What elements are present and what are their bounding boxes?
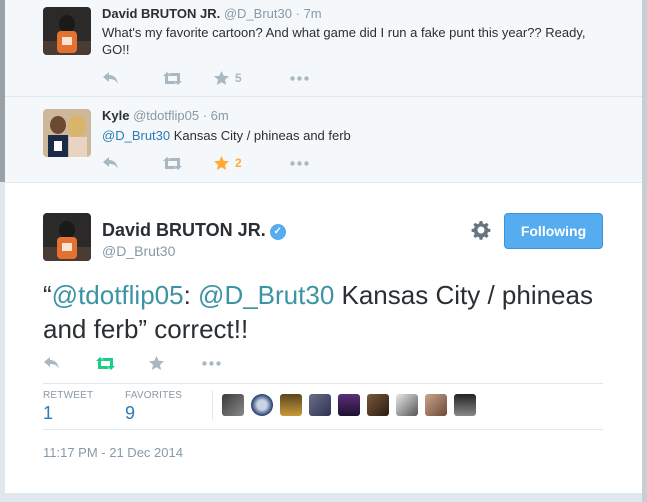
tweet-time[interactable]: 6m — [211, 108, 229, 123]
favorite-icon — [214, 156, 229, 170]
favoriter-avatar[interactable] — [280, 394, 302, 416]
tweet-header: David BRUTON JR. @D_Brut30 · 7m — [102, 6, 322, 22]
tweet-time[interactable]: 7m — [304, 6, 322, 21]
favoriter-avatar[interactable] — [454, 394, 476, 416]
separator-dot: · — [202, 108, 208, 123]
stats-separator — [212, 390, 213, 420]
more-button[interactable] — [202, 360, 221, 366]
permalink-tweet: David BRUTON JR. ✓ @D_Brut30 Following “@… — [5, 183, 642, 493]
reply-icon — [44, 357, 59, 369]
favorite-icon — [149, 356, 164, 370]
retweets-count[interactable]: 1 — [43, 403, 53, 424]
following-button[interactable]: Following — [504, 213, 603, 249]
tweet-actions — [43, 355, 221, 371]
mention-link[interactable]: @D_Brut30 — [198, 280, 334, 310]
divider — [43, 429, 603, 430]
more-button[interactable] — [290, 160, 309, 166]
author-handle[interactable]: @D_Brut30 — [224, 6, 292, 21]
favoriter-avatar[interactable] — [396, 394, 418, 416]
tweet-ancestor-1[interactable]: David BRUTON JR. @D_Brut30 · 7m What's m… — [5, 0, 642, 97]
retweet-icon — [163, 71, 182, 85]
tweet-ancestor-2[interactable]: Kyle @tdotflip05 · 6m @D_Brut30 Kansas C… — [5, 97, 642, 183]
avatar[interactable] — [43, 213, 91, 261]
avatar[interactable] — [43, 109, 91, 157]
tweet-actions: 2 — [102, 155, 309, 171]
more-icon — [202, 360, 221, 366]
retweet-icon — [163, 156, 182, 170]
author-name[interactable]: David BRUTON JR. ✓ — [102, 220, 286, 241]
retweet-icon — [96, 356, 115, 370]
favoriters-avatars — [222, 394, 483, 416]
favoriter-avatar[interactable] — [425, 394, 447, 416]
tweet-text-body: Kansas City / phineas and ferb — [170, 128, 351, 143]
favoriter-avatar[interactable] — [367, 394, 389, 416]
author-name[interactable]: David BRUTON JR. — [102, 6, 220, 21]
gear-icon[interactable] — [471, 220, 491, 240]
favorite-count: 2 — [235, 156, 242, 170]
retweets-label[interactable]: RETWEET — [43, 390, 93, 401]
more-icon — [290, 160, 309, 166]
colon-text: : — [183, 280, 199, 310]
retweet-button[interactable] — [96, 356, 149, 370]
bottom-edge — [5, 493, 642, 502]
mention-link[interactable]: @D_Brut30 — [102, 128, 170, 143]
divider — [43, 383, 603, 384]
tweet-header: Kyle @tdotflip05 · 6m — [102, 108, 229, 124]
author-handle[interactable]: @D_Brut30 — [102, 243, 175, 259]
favorite-button[interactable]: 2 — [214, 156, 290, 170]
reply-button[interactable] — [102, 71, 163, 85]
favoriter-avatar[interactable] — [309, 394, 331, 416]
favorite-button[interactable] — [149, 356, 202, 370]
tweet-actions: 5 — [102, 70, 309, 86]
favorites-count[interactable]: 9 — [125, 403, 135, 424]
retweet-button[interactable] — [163, 156, 214, 170]
favorites-label[interactable]: FAVORITES — [125, 390, 182, 401]
separator-dot: · — [295, 6, 300, 21]
favoriter-avatar[interactable] — [251, 394, 273, 416]
favoriter-avatar[interactable] — [222, 394, 244, 416]
retweet-button[interactable] — [163, 71, 214, 85]
reply-button[interactable] — [102, 156, 163, 170]
more-icon — [290, 75, 309, 81]
favoriter-avatar[interactable] — [338, 394, 360, 416]
favorite-button[interactable]: 5 — [214, 71, 290, 85]
reply-icon — [103, 72, 118, 84]
right-edge — [642, 0, 647, 502]
reply-button[interactable] — [43, 356, 96, 370]
avatar[interactable] — [43, 7, 91, 55]
mention-link[interactable]: @tdotflip05 — [52, 280, 184, 310]
tweet-timestamp[interactable]: 11:17 PM - 21 Dec 2014 — [43, 445, 183, 460]
author-handle[interactable]: @tdotflip05 — [133, 108, 199, 123]
quote-mark: “ — [43, 280, 52, 310]
favorite-icon — [214, 71, 229, 85]
tweet-text: “@tdotflip05: @D_Brut30 Kansas City / ph… — [43, 278, 603, 346]
more-button[interactable] — [290, 75, 309, 81]
verified-icon: ✓ — [269, 224, 286, 240]
author-name[interactable]: Kyle — [102, 108, 129, 123]
tweet-text: What's my favorite cartoon? And what gam… — [102, 25, 586, 57]
favorite-count: 5 — [235, 71, 242, 85]
reply-icon — [103, 157, 118, 169]
tweet-text: @D_Brut30 Kansas City / phineas and ferb — [102, 127, 602, 144]
author-name-text: David BRUTON JR. — [102, 220, 266, 240]
